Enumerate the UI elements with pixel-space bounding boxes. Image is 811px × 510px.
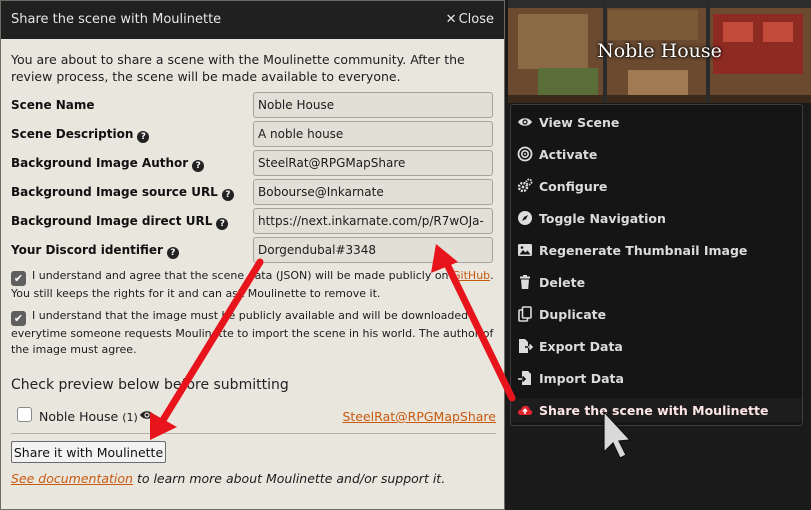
discord-id-label: Your Discord identifier xyxy=(11,243,163,257)
preview-count: (1) xyxy=(122,411,138,424)
consent-image-checkbox[interactable]: ✔ xyxy=(11,311,26,326)
scene-context-menu: View Scene Activate Configure Toggle Nav… xyxy=(510,104,803,426)
documentation-note: See documentation to learn more about Mo… xyxy=(11,470,445,487)
menu-item-label: Activate xyxy=(539,147,598,162)
github-link[interactable]: GitHub xyxy=(452,269,490,282)
consent-json-checkbox[interactable]: ✔ xyxy=(11,271,26,286)
consent-json-text: I understand and agree that the scene da… xyxy=(32,269,453,282)
menu-item-label: Delete xyxy=(539,275,586,290)
cloud-upload-icon xyxy=(517,405,533,415)
field-scene-description: Scene Description? A noble house xyxy=(11,121,496,147)
help-icon[interactable]: ? xyxy=(192,160,205,172)
compass-icon xyxy=(518,211,532,225)
preview-name: Noble House xyxy=(39,409,119,424)
cogs-icon xyxy=(517,178,533,193)
field-image-direct-url: Background Image direct URL? https://nex… xyxy=(11,208,496,234)
preview-title: Check preview below before submitting xyxy=(11,377,289,393)
field-image-source-url: Background Image source URL? Bobourse@In… xyxy=(11,179,496,205)
menu-item-import-data[interactable]: Import Data xyxy=(511,366,802,390)
consent-image-row: ✔ I understand that the image must be pub… xyxy=(11,308,496,358)
field-image-author: Background Image Author? SteelRat@RPGMap… xyxy=(11,150,496,176)
scene-description-input[interactable]: A noble house xyxy=(253,121,493,147)
file-import-icon xyxy=(518,371,531,385)
preview-author-link[interactable]: SteelRat@RPGMapShare xyxy=(342,408,496,425)
documentation-text: to learn more about Moulinette and/or su… xyxy=(132,471,446,486)
menu-item-configure[interactable]: Configure xyxy=(511,174,802,198)
help-icon[interactable]: ? xyxy=(221,189,234,201)
dialog-title: Share the scene with Moulinette xyxy=(11,12,222,27)
menu-item-share-moulinette[interactable]: Share the scene with Moulinette xyxy=(511,398,802,422)
image-source-url-label: Background Image source URL xyxy=(11,185,218,199)
menu-item-regenerate-thumbnail[interactable]: Regenerate Thumbnail Image xyxy=(511,238,802,262)
menu-item-label: Toggle Navigation xyxy=(539,211,666,226)
field-discord-id: Your Discord identifier? Dorgendubal#334… xyxy=(11,237,496,263)
dialog-body: You are about to share a scene with the … xyxy=(11,51,496,486)
trash-icon xyxy=(520,275,530,289)
eye-icon[interactable] xyxy=(139,408,155,422)
eye-icon xyxy=(518,118,532,126)
dialog-header: Share the scene with Moulinette ✕ Close xyxy=(1,1,504,39)
divider xyxy=(11,433,496,434)
consent-json-row: ✔ I understand and agree that the scene d… xyxy=(11,268,496,302)
image-source-url-input[interactable]: Bobourse@Inkarnate xyxy=(253,179,493,205)
menu-item-label: Configure xyxy=(539,179,608,194)
close-button[interactable]: ✕ Close xyxy=(446,12,494,27)
intro-text: You are about to share a scene with the … xyxy=(11,52,465,84)
scene-thumbnail[interactable]: Noble House xyxy=(508,0,811,103)
menu-item-label: Import Data xyxy=(539,371,624,386)
preview-item: Noble House (1) SteelRat@RPGMapShare xyxy=(17,407,496,425)
menu-item-export-data[interactable]: Export Data xyxy=(511,334,802,358)
scene-title: Noble House xyxy=(597,40,722,62)
menu-item-duplicate[interactable]: Duplicate xyxy=(511,302,802,326)
consent-image-text: I understand that the image must be publ… xyxy=(11,309,494,356)
field-scene-name: Scene Name Noble House xyxy=(11,92,496,118)
image-direct-url-label: Background Image direct URL xyxy=(11,214,213,228)
menu-item-toggle-navigation[interactable]: Toggle Navigation xyxy=(511,206,802,230)
scene-description-label: Scene Description xyxy=(11,127,134,141)
menu-item-label: Export Data xyxy=(539,339,623,354)
help-icon[interactable]: ? xyxy=(166,247,179,259)
discord-id-input[interactable]: Dorgendubal#3348 xyxy=(253,237,493,263)
copy-icon xyxy=(518,306,532,322)
share-scene-dialog: Share the scene with Moulinette ✕ Close Y… xyxy=(0,0,505,510)
help-icon[interactable]: ? xyxy=(137,131,150,143)
image-icon xyxy=(518,244,532,256)
image-author-input[interactable]: SteelRat@RPGMapShare xyxy=(253,150,493,176)
menu-item-label: Share the scene with Moulinette xyxy=(539,403,769,418)
menu-item-label: View Scene xyxy=(539,115,620,130)
menu-item-activate[interactable]: Activate xyxy=(511,142,802,166)
menu-item-delete[interactable]: Delete xyxy=(511,270,802,294)
preview-checkbox[interactable] xyxy=(17,407,32,422)
help-icon[interactable]: ? xyxy=(216,218,229,230)
scene-name-input[interactable]: Noble House xyxy=(253,92,493,118)
image-direct-url-input[interactable]: https://next.inkarnate.com/p/R7wOJa- xyxy=(253,208,493,234)
menu-item-label: Regenerate Thumbnail Image xyxy=(539,243,748,258)
menu-item-view-scene[interactable]: View Scene xyxy=(511,110,802,134)
close-icon: ✕ xyxy=(445,12,457,27)
share-submit-button[interactable]: Share it with Moulinette xyxy=(11,441,166,463)
file-export-icon xyxy=(519,339,533,353)
close-label: Close xyxy=(458,12,494,27)
image-author-label: Background Image Author xyxy=(11,156,189,170)
bullseye-icon xyxy=(517,146,533,162)
scene-name-label: Scene Name xyxy=(11,98,95,112)
menu-item-label: Duplicate xyxy=(539,307,607,322)
documentation-link[interactable]: See documentation xyxy=(11,471,133,486)
